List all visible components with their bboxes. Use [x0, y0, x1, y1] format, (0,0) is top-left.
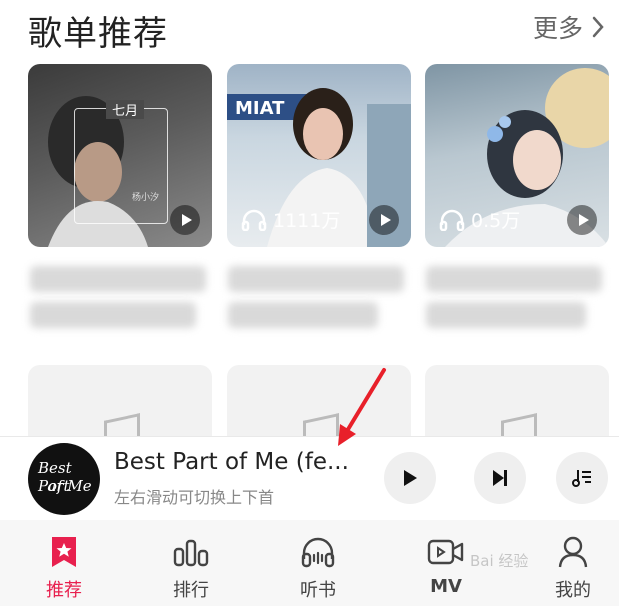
more-link[interactable]: 更多	[532, 12, 605, 43]
play-icon[interactable]	[567, 205, 597, 235]
video-camera-icon	[427, 539, 464, 565]
disc-text: of Me	[48, 477, 92, 495]
play-icon[interactable]	[369, 205, 399, 235]
tab-label: 听书	[300, 580, 336, 601]
tab-mine[interactable]: 我的	[523, 520, 619, 606]
tab-label: 排行	[173, 580, 209, 601]
playlist-card-1[interactable]: 七月 杨小汐	[28, 64, 212, 247]
play-count: 0.5万	[439, 206, 520, 233]
bar-chart-icon	[173, 539, 209, 567]
play-count-value: 1111万	[273, 210, 341, 232]
tab-ranking[interactable]: 排行	[141, 520, 241, 606]
playlist-title-blurred	[228, 266, 404, 292]
svg-text:MIAT: MIAT	[235, 98, 285, 119]
next-button[interactable]	[474, 452, 526, 504]
playlist-title-blurred	[30, 302, 196, 328]
playlist-queue-icon	[572, 470, 591, 487]
tab-label: 我的	[555, 580, 591, 601]
skip-next-icon	[493, 470, 507, 486]
playlist-title-blurred	[30, 266, 206, 292]
tab-recommend[interactable]: 推荐	[14, 520, 114, 606]
more-label: 更多	[532, 14, 583, 43]
play-icon	[404, 470, 417, 486]
album-disc[interactable]: Best Part of Me	[28, 443, 100, 515]
mini-player[interactable]: Best Part of Me Best Part of Me (fe... 左…	[0, 436, 619, 521]
annotation-arrow-icon	[338, 368, 386, 446]
watermark: Bai 经验	[470, 552, 529, 570]
headphones-icon	[241, 209, 267, 231]
playlist-placeholder[interactable]	[425, 365, 609, 445]
tab-label: 推荐	[46, 580, 82, 601]
song-title[interactable]: Best Part of Me (fe...	[114, 449, 349, 475]
playlist-placeholder[interactable]	[28, 365, 212, 445]
cover-frame	[74, 108, 168, 224]
headphones-icon	[439, 209, 465, 231]
playlist-card-3[interactable]: 0.5万	[425, 64, 609, 247]
playlist-card-2[interactable]: MIAT 1111万	[227, 64, 411, 247]
star-bookmark-icon	[52, 537, 76, 567]
person-icon	[558, 536, 588, 568]
cover-title: 七月	[106, 100, 145, 119]
tab-audiobook[interactable]: 听书	[268, 520, 368, 606]
play-icon[interactable]	[170, 205, 200, 235]
play-button[interactable]	[384, 452, 436, 504]
section-title: 歌单推荐	[28, 14, 168, 54]
tab-label: MV	[430, 576, 462, 597]
play-count-value: 0.5万	[471, 210, 521, 232]
playlist-title-blurred	[228, 302, 378, 328]
playlist-title-blurred	[426, 302, 586, 328]
headphones-icon	[301, 537, 335, 568]
song-subtitle: 左右滑动可切换上下首	[114, 488, 275, 507]
playlist-title-blurred	[426, 266, 602, 292]
cover-subtitle: 杨小汐	[132, 193, 160, 203]
play-count: 1111万	[241, 206, 340, 233]
playlist-queue-button[interactable]	[556, 452, 608, 504]
chevron-right-icon	[592, 16, 604, 38]
